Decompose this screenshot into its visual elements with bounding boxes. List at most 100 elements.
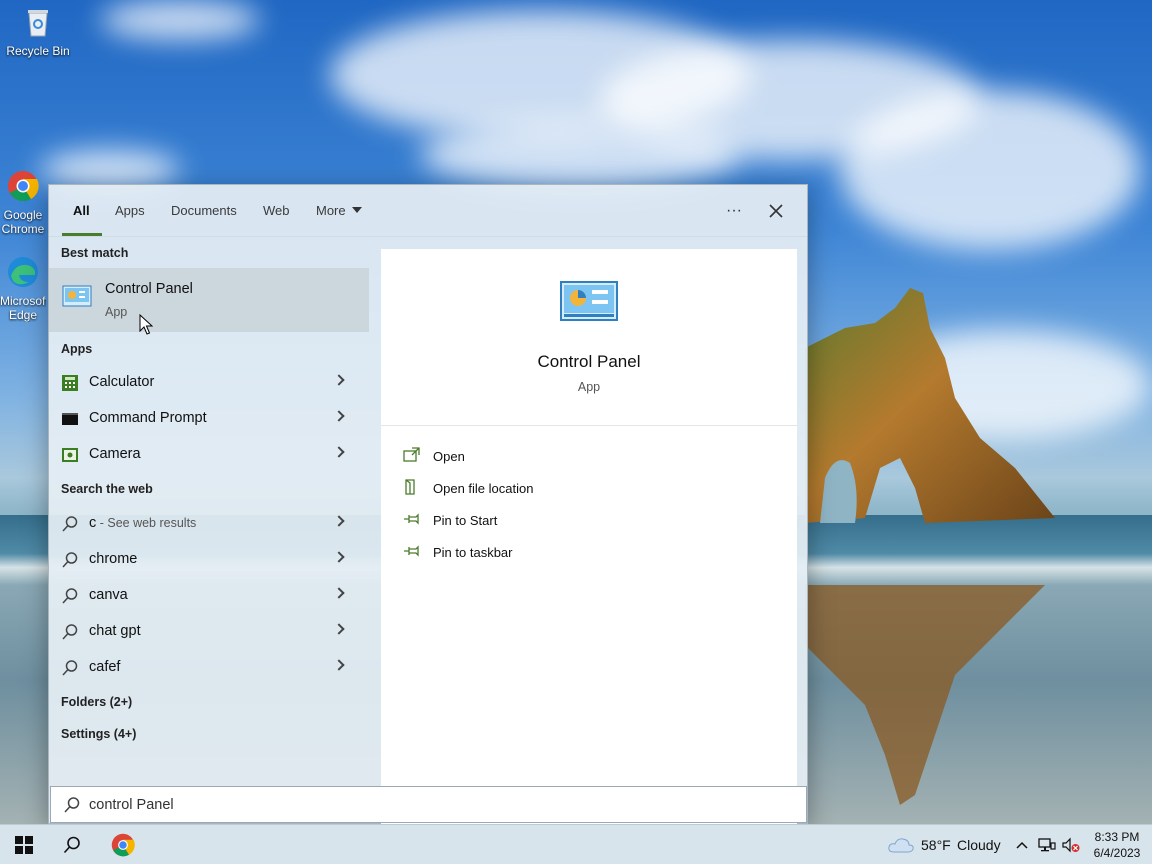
search-icon [62, 552, 78, 568]
more-options-button[interactable]: ··· [720, 197, 748, 225]
close-button[interactable] [762, 197, 790, 225]
rock-reflection [805, 585, 1045, 805]
volume-muted-icon[interactable] [1062, 837, 1080, 853]
action-label: Pin to Start [433, 513, 498, 528]
tab-documents[interactable]: Documents [171, 203, 237, 218]
web-result-label: chrome [89, 551, 138, 567]
chevron-down-icon [351, 207, 362, 213]
edge-icon [8, 257, 38, 287]
search-icon [62, 624, 78, 640]
desktop-icon-label: Microsoft Edge [0, 294, 46, 322]
chrome-icon [111, 833, 135, 857]
app-result-command-prompt[interactable]: Command Prompt [49, 401, 369, 437]
tab-web[interactable]: Web [263, 203, 290, 218]
chevron-right-icon[interactable] [333, 623, 345, 635]
app-result-camera[interactable]: Camera [49, 437, 369, 473]
desktop-icon-recycle-bin[interactable]: Recycle Bin [3, 6, 73, 58]
search-input[interactable] [89, 795, 789, 815]
search-box[interactable] [50, 786, 807, 823]
apps-heading: Apps [61, 342, 93, 356]
windows-logo-icon [15, 836, 33, 854]
weather-widget[interactable]: 58°F Cloudy [886, 825, 1006, 864]
chevron-up-icon[interactable] [1016, 841, 1028, 849]
preview-pane: Control Panel App Open Open file locatio… [381, 249, 797, 825]
cloud-icon [888, 838, 914, 853]
action-label: Open [433, 449, 465, 464]
taskbar-clock[interactable]: 8:33 PM 6/4/2023 [1086, 829, 1148, 861]
mouse-cursor-icon [139, 314, 153, 335]
desktop-icon-chrome[interactable]: Google Chrome [0, 170, 46, 236]
desktop-icon-label: Google Chrome [1, 208, 45, 236]
search-icon [62, 516, 78, 532]
desktop-icon-edge[interactable]: Microsoft Edge [0, 256, 46, 322]
search-icon [64, 797, 80, 813]
tab-more-label: More [316, 203, 346, 218]
web-result-label: canva [89, 587, 128, 603]
search-panel: All Apps Documents Web More ··· Best mat… [48, 184, 808, 825]
web-result[interactable]: c - See web results [49, 506, 369, 542]
desktop-icon-label: Recycle Bin [6, 44, 70, 58]
app-result-label: Command Prompt [89, 410, 207, 426]
search-icon [63, 836, 80, 854]
chevron-right-icon[interactable] [333, 587, 345, 599]
weather-temperature: 58°F [921, 837, 951, 853]
network-icon[interactable] [1038, 837, 1056, 853]
tab-apps[interactable]: Apps [115, 203, 145, 218]
clock-date: 6/4/2023 [1093, 846, 1141, 860]
action-label: Pin to taskbar [433, 545, 513, 560]
search-web-heading: Search the web [61, 482, 153, 496]
web-result-label: chat gpt [89, 623, 141, 639]
start-button[interactable] [0, 825, 48, 864]
web-result[interactable]: chat gpt [49, 614, 369, 650]
best-match-heading: Best match [61, 246, 129, 260]
action-label: Open file location [433, 481, 534, 496]
clock-time: 8:33 PM [1094, 830, 1140, 844]
rock-arch [805, 288, 1055, 523]
control-panel-icon [560, 281, 618, 321]
recycle-bin-icon [28, 10, 48, 37]
pin-icon [404, 545, 419, 557]
app-result-label: Camera [89, 446, 141, 462]
chevron-right-icon[interactable] [333, 551, 345, 563]
folders-heading[interactable]: Folders (2+) [61, 695, 132, 709]
taskbar: 58°F Cloudy 8:33 PM 6/4/2023 [0, 824, 1152, 864]
app-result-calculator[interactable]: Calculator [49, 365, 369, 401]
preview-divider [381, 425, 797, 426]
calculator-icon [62, 375, 78, 391]
web-result-label: c - See web results [89, 515, 196, 531]
preview-title: Control Panel [537, 352, 641, 371]
command-prompt-icon [62, 413, 78, 425]
web-result-label: cafef [89, 659, 121, 675]
taskbar-chrome-button[interactable] [99, 825, 147, 864]
settings-heading[interactable]: Settings (4+) [61, 727, 136, 741]
close-icon [769, 204, 783, 218]
chevron-right-icon[interactable] [333, 515, 345, 527]
pin-icon [404, 513, 419, 525]
tab-all[interactable]: All [73, 203, 90, 218]
weather-condition: Cloudy [957, 837, 1001, 853]
web-result[interactable]: cafef [49, 650, 369, 686]
file-location-icon [405, 479, 415, 495]
chevron-right-icon[interactable] [333, 410, 345, 422]
search-tabs: All Apps Documents Web More ··· [49, 185, 807, 237]
taskbar-search-button[interactable] [48, 825, 96, 864]
app-result-label: Calculator [89, 374, 155, 390]
chevron-right-icon[interactable] [333, 374, 345, 386]
web-result[interactable]: chrome [49, 542, 369, 578]
chevron-right-icon[interactable] [333, 446, 345, 458]
best-match-result[interactable]: Control Panel App [49, 268, 369, 332]
active-tab-indicator [62, 233, 102, 236]
best-match-subtitle: App [105, 305, 128, 319]
open-icon [403, 447, 420, 462]
search-icon [62, 660, 78, 676]
chrome-icon [8, 171, 39, 202]
camera-icon [62, 448, 78, 462]
web-result-hint: - See web results [96, 516, 197, 530]
web-result[interactable]: canva [49, 578, 369, 614]
search-icon [62, 588, 78, 604]
chevron-right-icon[interactable] [333, 659, 345, 671]
tab-more[interactable]: More [316, 203, 362, 218]
control-panel-icon [62, 285, 92, 307]
preview-subtitle: App [577, 380, 601, 394]
best-match-title: Control Panel [105, 281, 193, 297]
